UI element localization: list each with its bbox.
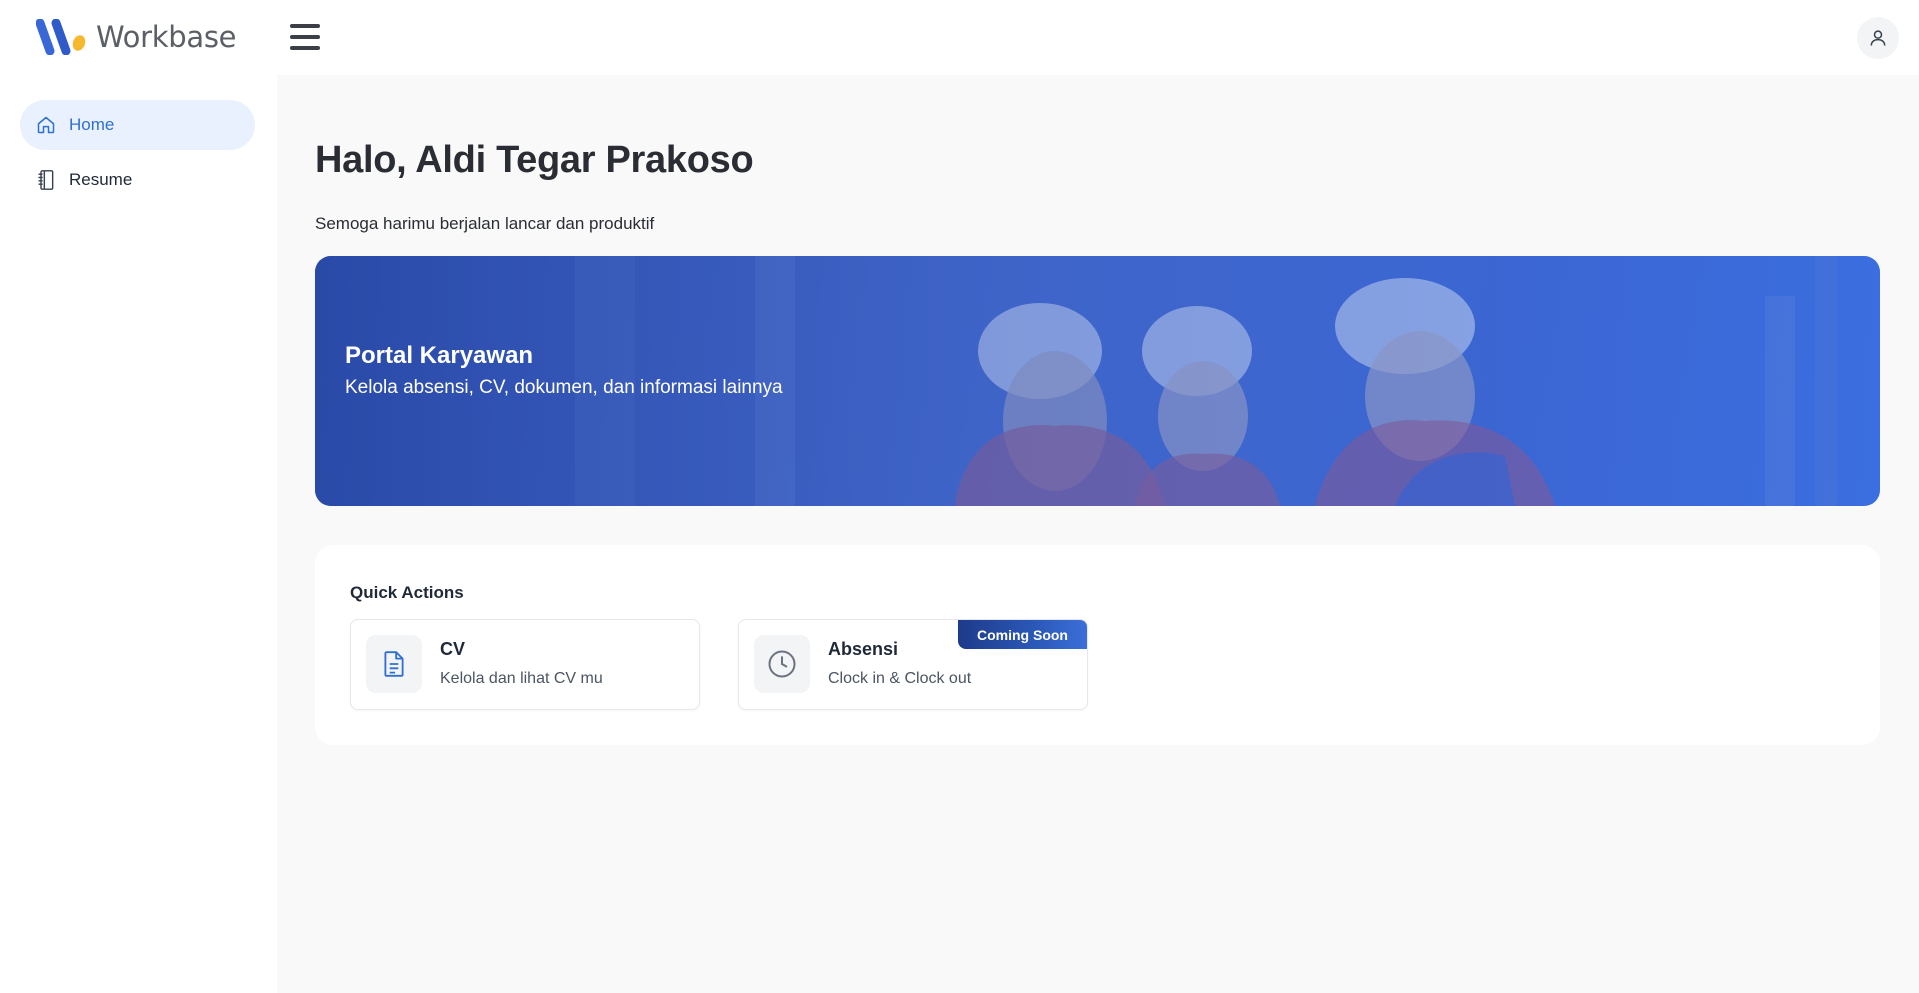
quick-action-description: Kelola dan lihat CV mu [440,670,603,687]
user-avatar-button[interactable] [1857,17,1899,59]
document-icon [366,635,422,693]
quick-action-title: Absensi [828,639,899,659]
sidebar-item-home[interactable]: Home [20,100,255,150]
sidebar-item-resume[interactable]: Resume [20,155,255,205]
quick-actions-title: Quick Actions [350,583,464,602]
menu-bar [290,35,320,39]
quick-actions-panel: Quick Actions CV Kelola dan lihat CV mu … [315,545,1880,745]
menu-toggle-button[interactable] [287,22,323,52]
quick-action-absensi[interactable]: Coming Soon Absensi Clock in & Clock out [738,619,1088,710]
app-logo[interactable]: Workbase [36,19,236,55]
notebook-icon [35,169,57,191]
top-bar: Workbase [0,0,1919,75]
menu-bar [290,46,320,50]
hero-title: Portal Karyawan [345,342,534,369]
page-subtitle: Semoga harimu berjalan lancar dan produk… [315,214,655,233]
home-icon [35,114,57,136]
app-name: Workbase [96,20,237,54]
page-title: Halo, Aldi Tegar Prakoso [315,139,754,181]
sidebar: Home Resume [0,75,277,993]
user-icon [1870,30,1886,46]
quick-action-title: CV [440,639,466,659]
hero-subtitle: Kelola absensi, CV, dokumen, dan informa… [345,377,783,398]
coming-soon-badge: Coming Soon [958,620,1087,649]
sidebar-item-label: Resume [69,170,133,189]
hero-banner: Portal Karyawan Kelola absensi, CV, doku… [315,256,1880,506]
sidebar-item-label: Home [69,115,115,134]
workbase-logo-mark [36,19,86,55]
main-content: Halo, Aldi Tegar Prakoso Semoga harimu b… [277,75,1919,993]
quick-action-description: Clock in & Clock out [828,670,972,687]
clock-icon [754,635,810,693]
menu-bar [290,24,320,28]
quick-action-cv[interactable]: CV Kelola dan lihat CV mu [350,619,700,710]
